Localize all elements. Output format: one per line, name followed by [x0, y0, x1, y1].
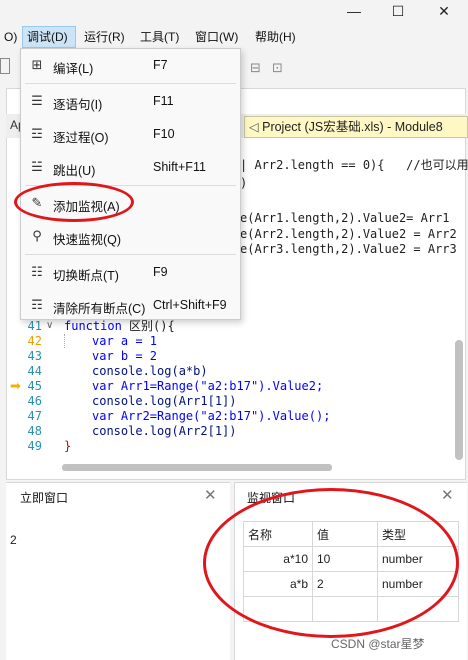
menu-item-label: 编译(L)	[53, 62, 94, 76]
code-line-partial-1: | Arr2.length == 0){ //也可以用	[240, 158, 468, 172]
menu-item-step-over[interactable]: ☲ 逐过程(O) F10	[21, 118, 240, 150]
menu-item-label: 快速监视(Q)	[53, 233, 122, 247]
line-number: 49	[27, 439, 42, 453]
tab-arrow-icon: ◁	[249, 120, 259, 134]
code-line-partial-5: e(Arr3.length,2).Value2 = Arr3	[240, 242, 457, 256]
menu-bar: O) 调试(D) 运行(R) 工具(T) 窗口(W) 帮助(H)	[0, 26, 468, 48]
tab-module8[interactable]: ◁ Project (JS宏基础.xls) - Module8	[244, 116, 468, 138]
menu-window[interactable]: 窗口(W)	[191, 26, 242, 48]
menu-item-shortcut: Shift+F11	[153, 160, 206, 174]
compile-icon: ⊞	[31, 57, 43, 72]
line-number: 41	[27, 319, 42, 333]
menu-item-step-into[interactable]: ☰ 逐语句(I) F11	[21, 85, 240, 117]
toggle-breakpoint-icon: ☷	[31, 264, 43, 279]
immediate-window: 立即窗口 ✕ 2	[6, 482, 230, 660]
menu-debug[interactable]: 调试(D)	[22, 26, 76, 48]
step-over-icon: ☲	[31, 126, 43, 141]
close-button[interactable]: ✕	[428, 0, 460, 22]
title-bar: — ☐ ✕	[0, 0, 468, 26]
line-number: 42	[27, 334, 42, 348]
toolbar-icon-left[interactable]	[0, 58, 10, 74]
line-number: 44	[27, 364, 42, 378]
code-line-41: function 区别(){	[64, 319, 175, 333]
code-line-44: console.log(a*b)	[92, 364, 208, 378]
current-line-arrow-icon: ➡	[10, 378, 21, 393]
immediate-close-icon[interactable]: ✕	[204, 486, 217, 504]
code-line-46: console.log(Arr1[1])	[92, 394, 237, 408]
menu-item-label: 切换断点(T)	[53, 269, 119, 283]
menu-item-compile[interactable]: ⊞ 编译(L) F7	[21, 49, 240, 81]
menu-item-label: 逐语句(I)	[53, 98, 103, 112]
menu-item-shortcut: Ctrl+Shift+F9	[153, 298, 227, 312]
code-line-partial-2: )	[240, 176, 248, 190]
menu-help[interactable]: 帮助(H)	[251, 26, 300, 48]
step-out-icon: ☱	[31, 159, 43, 174]
menu-item-label: 逐过程(O)	[53, 131, 109, 145]
code-line-45: var Arr1=Range("a2:b17").Value2;	[92, 379, 324, 393]
watch-close-icon[interactable]: ✕	[441, 486, 454, 504]
menu-item-clear-breakpoints[interactable]: ☶ 清除所有断点(C) Ctrl+Shift+F9	[21, 289, 240, 321]
minimize-button[interactable]: —	[338, 0, 370, 22]
menu-item-shortcut: F11	[153, 94, 174, 108]
menu-item-toggle-breakpoint[interactable]: ☷ 切换断点(T) F9	[21, 256, 240, 288]
toolbar-align-icon[interactable]: ⊟	[250, 60, 261, 76]
step-into-icon: ☰	[31, 93, 43, 108]
toolbar-distribute-icon[interactable]: ⊡	[272, 60, 283, 76]
menu-item-shortcut: F10	[153, 127, 175, 141]
code-line-partial-3: e(Arr1.length,2).Value2= Arr1	[240, 211, 450, 225]
vertical-scrollbar[interactable]	[455, 340, 463, 460]
menu-item-shortcut: F7	[153, 58, 168, 72]
menu-separator	[25, 83, 236, 84]
menu-item-shortcut: F9	[153, 265, 168, 279]
menu-item-step-out[interactable]: ☱ 跳出(U) Shift+F11	[21, 151, 240, 183]
horizontal-scrollbar[interactable]	[62, 464, 332, 471]
line-number: 46	[27, 394, 42, 408]
menu-separator	[25, 254, 236, 255]
menu-item-label: 跳出(U)	[53, 164, 96, 178]
annotation-circle-watch-window	[203, 488, 459, 638]
fold-chevron-icon[interactable]: ∨	[46, 320, 53, 331]
clear-breakpoints-icon: ☶	[31, 297, 43, 312]
menu-tools[interactable]: 工具(T)	[136, 26, 183, 48]
quick-watch-icon: ⚲	[32, 228, 42, 243]
line-number: 43	[27, 349, 42, 363]
tab-module8-label: Project (JS宏基础.xls) - Module8	[262, 120, 443, 134]
annotation-circle-add-watch	[14, 182, 134, 222]
line-number: 47	[27, 409, 42, 423]
immediate-title: 立即窗口	[20, 491, 69, 505]
menu-item-label: 清除所有断点(C)	[53, 302, 146, 316]
maximize-button[interactable]: ☐	[382, 0, 414, 22]
code-line-43: var b = 2	[92, 349, 158, 363]
menu-prev[interactable]: O)	[0, 26, 21, 48]
immediate-output[interactable]: 2	[10, 533, 17, 547]
menu-run[interactable]: 运行(R)	[80, 26, 129, 48]
code-line-42: var a = 1	[92, 334, 158, 348]
menu-item-quick-watch[interactable]: ⚲ 快速监视(Q)	[21, 220, 240, 252]
code-line-partial-4: e(Arr2.length,2).Value2 = Arr2	[240, 227, 457, 241]
line-number: 48	[27, 424, 42, 438]
code-line-49: }	[64, 439, 72, 453]
code-line-48: console.log(Arr2[1])	[92, 424, 237, 438]
code-line-47: var Arr2=Range("a2:b17").Value();	[92, 409, 331, 423]
